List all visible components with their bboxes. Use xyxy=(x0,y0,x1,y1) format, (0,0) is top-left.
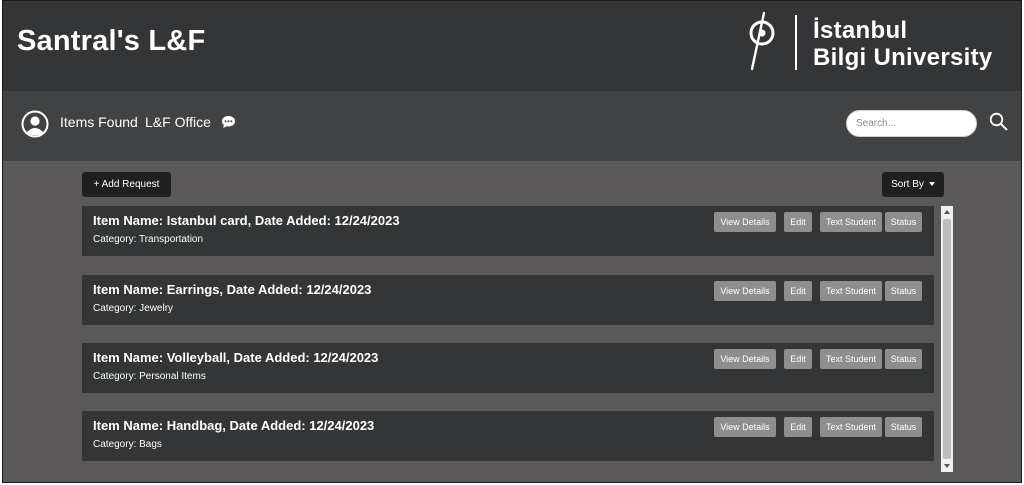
header: Santral's L&F İstanbul Bilgi University xyxy=(3,1,1021,91)
status-button[interactable]: Status xyxy=(885,281,922,301)
user-avatar-icon[interactable] xyxy=(21,110,49,138)
nav-lf-office[interactable]: L&F Office xyxy=(145,114,211,130)
text-student-button[interactable]: Text Student xyxy=(820,417,882,437)
item-title: Item Name: Istanbul card, Date Added: 12… xyxy=(93,213,400,228)
scroll-down-arrow-icon[interactable] xyxy=(944,464,950,468)
view-details-button[interactable]: View Details xyxy=(714,349,776,369)
item-category: Category: Bags xyxy=(93,439,162,450)
text-student-button[interactable]: Text Student xyxy=(820,349,882,369)
edit-button[interactable]: Edit xyxy=(784,349,812,369)
item-card: Item Name: Earrings, Date Added: 12/24/2… xyxy=(82,275,934,325)
logo-text-line2: Bilgi University xyxy=(813,44,993,71)
item-card: Item Name: Volleyball, Date Added: 12/24… xyxy=(82,343,934,393)
search-icon[interactable] xyxy=(989,112,1008,131)
item-category: Category: Personal Items xyxy=(93,371,206,382)
status-button[interactable]: Status xyxy=(885,212,922,232)
scroll-up-arrow-icon[interactable] xyxy=(944,210,950,214)
navbar: Items Found L&F Office xyxy=(3,91,1021,161)
add-request-button[interactable]: + Add Request xyxy=(82,172,171,197)
logo-text-line1: İstanbul xyxy=(813,17,908,44)
item-card: Item Name: Handbag, Date Added: 12/24/20… xyxy=(82,411,934,461)
item-category: Category: Jewelry xyxy=(93,303,174,314)
item-title: Item Name: Earrings, Date Added: 12/24/2… xyxy=(93,282,372,297)
edit-button[interactable]: Edit xyxy=(784,212,812,232)
nav-items-found[interactable]: Items Found xyxy=(60,114,138,130)
item-card: Item Name: Istanbul card, Date Added: 12… xyxy=(82,206,934,256)
chat-bubble-icon[interactable] xyxy=(221,115,236,129)
sort-by-label: Sort By xyxy=(891,179,924,190)
item-title: Item Name: Handbag, Date Added: 12/24/20… xyxy=(93,418,375,433)
item-title: Item Name: Volleyball, Date Added: 12/24… xyxy=(93,350,379,365)
scroll-thumb[interactable] xyxy=(943,219,951,459)
items-list: Item Name: Istanbul card, Date Added: 12… xyxy=(82,206,934,468)
app-title: Santral's L&F xyxy=(17,25,206,57)
sort-by-dropdown[interactable]: Sort By xyxy=(882,172,944,197)
view-details-button[interactable]: View Details xyxy=(714,417,776,437)
university-logo: İstanbul Bilgi University xyxy=(745,11,995,73)
status-button[interactable]: Status xyxy=(885,417,922,437)
view-details-button[interactable]: View Details xyxy=(714,281,776,301)
text-student-button[interactable]: Text Student xyxy=(820,281,882,301)
bilgi-emblem-icon xyxy=(749,11,775,71)
caret-down-icon xyxy=(928,182,935,187)
status-button[interactable]: Status xyxy=(885,349,922,369)
app-window: Santral's L&F İstanbul Bilgi University … xyxy=(2,0,1022,483)
item-category: Category: Transportation xyxy=(93,234,204,245)
text-student-button[interactable]: Text Student xyxy=(820,212,882,232)
edit-button[interactable]: Edit xyxy=(784,281,812,301)
list-scrollbar[interactable] xyxy=(941,206,953,472)
edit-button[interactable]: Edit xyxy=(784,417,812,437)
logo-separator xyxy=(795,15,797,70)
search-input[interactable] xyxy=(846,110,977,137)
view-details-button[interactable]: View Details xyxy=(714,212,776,232)
